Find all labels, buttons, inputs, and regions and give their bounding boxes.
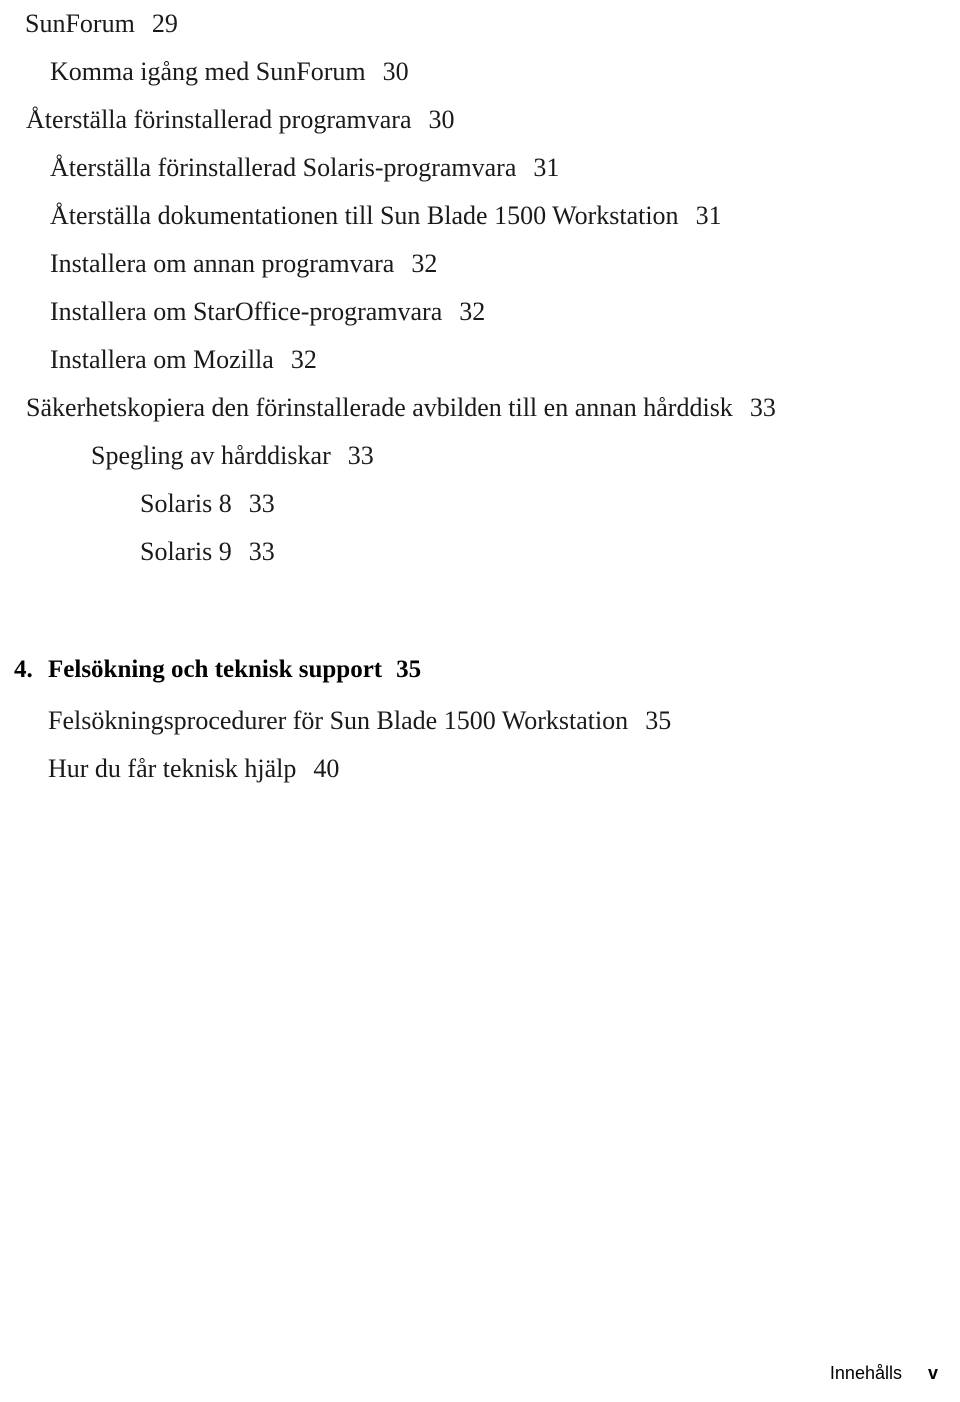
toc-entry-page: 30 <box>428 105 455 134</box>
toc-entry[interactable]: Återställa förinstallerad programvara 30 <box>0 96 960 144</box>
toc-entry[interactable]: Solaris 9 33 <box>0 528 960 576</box>
toc-entry-page: 32 <box>411 249 438 278</box>
toc-entry-title: Solaris 8 <box>140 489 232 518</box>
toc-entry-page: 40 <box>313 754 340 783</box>
toc-entry[interactable]: Komma igång med SunForum 30 <box>0 48 960 96</box>
toc-entry[interactable]: Installera om annan programvara 32 <box>0 240 960 288</box>
toc-entry[interactable]: Hur du får teknisk hjälp 40 <box>0 745 960 793</box>
footer-label: Innehålls <box>829 1363 902 1383</box>
toc-entry-title: Säkerhetskopiera den förinstallerade avb… <box>26 393 733 422</box>
toc-entry[interactable]: Återställa förinstallerad Solaris-progra… <box>0 144 960 192</box>
toc-entry-page: 32 <box>459 297 486 326</box>
toc-entry-page: 33 <box>248 537 275 566</box>
toc-entry-page: 35 <box>645 706 672 735</box>
toc-entry[interactable]: Installera om StarOffice-programvara 32 <box>0 288 960 336</box>
table-of-contents: SunForum 29 Komma igång med SunForum 30 Åt… <box>0 0 960 793</box>
toc-entry-title: Spegling av hårddiskar <box>91 441 331 470</box>
page-footer: Innehålls v <box>0 1363 960 1384</box>
toc-entry[interactable]: Säkerhetskopiera den förinstallerade avb… <box>0 384 960 432</box>
toc-entry[interactable]: Spegling av hårddiskar 33 <box>0 432 960 480</box>
toc-entry-title: Solaris 9 <box>140 537 232 566</box>
toc-entry-page: 32 <box>290 345 317 374</box>
footer-page-number: v <box>927 1363 938 1383</box>
toc-entry[interactable]: SunForum 29 <box>0 0 960 48</box>
toc-entry-title: Återställa förinstallerad Solaris-progra… <box>50 153 517 182</box>
chapter-page: 35 <box>396 656 422 683</box>
toc-entry[interactable]: Felsökningsprocedurer för Sun Blade 1500… <box>0 697 960 745</box>
toc-entry-title: Återställa förinstallerad programvara <box>26 105 412 134</box>
chapter-number: 4. <box>14 656 33 683</box>
toc-entry-title: Komma igång med SunForum <box>50 57 366 86</box>
toc-chapter-heading[interactable]: 4. Felsökning och teknisk support 35 <box>0 646 960 697</box>
chapter-title: Felsökning och teknisk support <box>48 656 383 683</box>
toc-entry-page: 29 <box>151 9 178 38</box>
toc-entry[interactable]: Återställa dokumentationen till Sun Blad… <box>0 192 960 240</box>
toc-entry-title: Felsökningsprocedurer för Sun Blade 1500… <box>48 706 629 735</box>
toc-entry[interactable]: Solaris 8 33 <box>0 480 960 528</box>
toc-entry-page: 30 <box>382 57 409 86</box>
toc-entry-title: SunForum <box>25 9 135 38</box>
toc-entry-title: Installera om StarOffice-programvara <box>50 297 443 326</box>
toc-entry-page: 33 <box>347 441 374 470</box>
toc-entry-page: 33 <box>248 489 275 518</box>
toc-entry-title: Hur du får teknisk hjälp <box>48 754 297 783</box>
toc-entry-title: Återställa dokumentationen till Sun Blad… <box>50 201 679 230</box>
toc-entry-title: Installera om annan programvara <box>50 249 395 278</box>
toc-entry-title: Installera om Mozilla <box>50 345 274 374</box>
toc-entry-page: 31 <box>533 153 560 182</box>
toc-entry[interactable]: Installera om Mozilla 32 <box>0 336 960 384</box>
toc-entry-page: 33 <box>749 393 776 422</box>
toc-entry-page: 31 <box>695 201 722 230</box>
